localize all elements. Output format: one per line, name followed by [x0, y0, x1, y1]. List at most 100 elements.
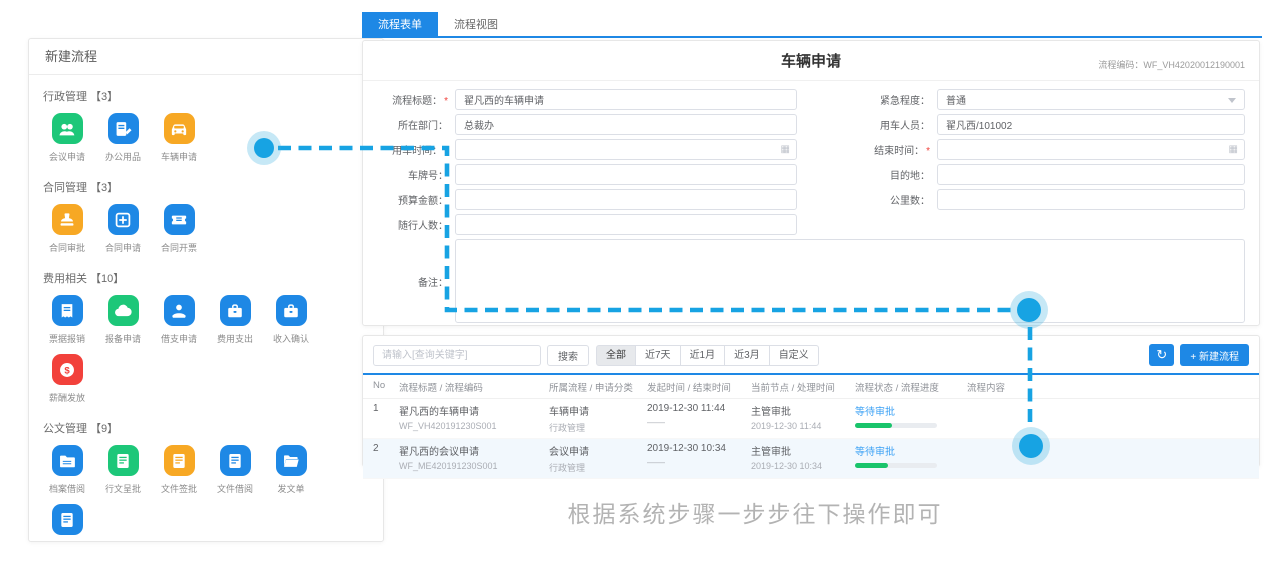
form-field: 用车时间： * ▦	[377, 139, 797, 160]
process-section: 合同管理 【3】 合同审批 合同申请 合同开票	[39, 179, 373, 263]
field-label: 目的地：	[890, 171, 930, 182]
field-input[interactable]	[455, 214, 797, 235]
archive-icon	[51, 445, 83, 476]
process-tile[interactable]: 合同申请	[95, 204, 151, 254]
tab-process-view[interactable]: 流程视图	[438, 12, 514, 36]
table-cell: 会议申请 行政管理	[549, 443, 647, 474]
salary-icon: $	[51, 354, 83, 385]
form-row: 备注：	[377, 239, 1245, 323]
contract-invoice-icon	[163, 204, 195, 235]
process-section: 费用相关 【10】 票据报销 报备申请 借支申请 费用支出 收入确认 $ 薪酬发放	[39, 270, 373, 413]
process-tile[interactable]: $ 薪酬发放	[39, 354, 95, 404]
process-tile[interactable]: 档案借阅	[39, 445, 95, 495]
send-approve-icon	[51, 504, 83, 535]
tile-label: 文件借阅	[216, 484, 253, 494]
column-header: 流程状态 / 流程进度	[855, 383, 939, 394]
process-tile[interactable]: 办公用品	[95, 113, 151, 163]
expense-icon	[219, 295, 251, 326]
process-tile[interactable]: 文件借阅	[207, 445, 263, 495]
process-tile[interactable]: 会议申请	[39, 113, 95, 163]
process-tile[interactable]: 收入确认	[263, 295, 319, 345]
field-input[interactable]	[937, 189, 1245, 210]
filter-chip[interactable]: 全部	[596, 344, 636, 366]
search-input[interactable]	[373, 344, 541, 366]
tab-process-form[interactable]: 流程表单	[362, 12, 438, 36]
field-label: 公里数：	[890, 196, 930, 207]
table-row[interactable]: 1 翟凡西的车辆申请 WF_VH420191230S001 车辆申请 行政管理 2019-…	[363, 399, 1259, 439]
field-label: 用车时间： *	[392, 146, 448, 157]
tile-label: 报备申请	[104, 334, 141, 344]
field-input[interactable]: 普通	[937, 89, 1245, 110]
progress-bar	[855, 423, 937, 428]
required-mark: *	[926, 146, 930, 157]
column-header: No	[373, 380, 386, 391]
hand-coin-icon	[163, 295, 195, 326]
filter-chip[interactable]: 自定义	[768, 344, 819, 366]
process-list-card: 搜索 全部近7天近1月近3月自定义 ↻ + 新建流程 No 流程标题 / 流程编码…	[362, 335, 1260, 479]
field-input[interactable]: 翟凡西/101002	[937, 114, 1245, 135]
process-tile[interactable]: 车辆申请	[151, 113, 207, 163]
filter-chip[interactable]: 近7天	[635, 344, 681, 366]
process-tile[interactable]: 行文呈批	[95, 445, 151, 495]
field-input[interactable]: ▦	[937, 139, 1245, 160]
tile-label: 合同审批	[48, 243, 85, 253]
column-header: 所属流程 / 申请分类	[549, 383, 633, 394]
tile-label: 借支申请	[160, 334, 197, 344]
send-doc-icon	[275, 445, 307, 476]
field-label: 随行人数：	[398, 221, 448, 232]
new-process-button[interactable]: + 新建流程	[1180, 344, 1249, 366]
process-tile[interactable]: 文件签批	[151, 445, 207, 495]
form-row: 预算金额： 公里数：	[377, 189, 1245, 210]
form-field: 所在部门： 总裁办	[377, 114, 797, 135]
new-process-panel: 新建流程 行政管理 【3】 会议申请 办公用品 车辆申请 合同管理 【3】 合同审批 合同申…	[28, 38, 384, 542]
process-tile[interactable]: 发文单	[263, 445, 319, 495]
cell-sub: ——	[647, 457, 665, 467]
remark-textarea[interactable]	[455, 239, 1245, 323]
table-cell: 2019-12-30 10:34 ——	[647, 443, 751, 474]
search-button[interactable]: 搜索	[547, 344, 589, 366]
cell-main: 翟凡西的会议申请	[399, 447, 479, 458]
tile-label: 合同开票	[160, 243, 197, 253]
filter-chip[interactable]: 近3月	[724, 344, 770, 366]
progress-fill	[855, 463, 888, 468]
svg-text:$: $	[64, 365, 70, 376]
process-sections: 行政管理 【3】 会议申请 办公用品 车辆申请 合同管理 【3】 合同审批 合同申请 合同开票…	[29, 75, 383, 541]
icon-grid: 合同审批 合同申请 合同开票	[39, 204, 373, 263]
caret-down-icon[interactable]	[1228, 98, 1236, 103]
plus-icon: +	[1190, 351, 1199, 363]
field-input[interactable]: ▦	[455, 139, 797, 160]
table-row[interactable]: 2 翟凡西的会议申请 WF_ME420191230S001 会议申请 行政管理 2019-…	[363, 439, 1259, 479]
field-input[interactable]: 总裁办	[455, 114, 797, 135]
process-tile[interactable]: 费用支出	[207, 295, 263, 345]
cell-sub: 2019-12-30 11:44	[751, 421, 822, 431]
tile-label: 档案借阅	[48, 484, 85, 494]
tile-label: 薪酬发放	[48, 393, 85, 403]
field-input[interactable]	[455, 164, 797, 185]
field-label: 紧急程度：	[880, 96, 930, 107]
calendar-icon[interactable]: ▦	[781, 144, 790, 156]
process-tile[interactable]: 票据报销	[39, 295, 95, 345]
progress-bar	[855, 463, 937, 468]
doc-borrow-icon	[219, 445, 251, 476]
process-tile[interactable]: 发文呈批	[39, 504, 95, 541]
doc-submit-icon	[107, 445, 139, 476]
field-input[interactable]	[937, 164, 1245, 185]
process-tile[interactable]: 合同开票	[151, 204, 207, 254]
process-tile[interactable]: 报备申请	[95, 295, 151, 345]
cell-sub: WF_ME420191230S001	[399, 461, 498, 471]
status-badge: 等待审批	[855, 447, 895, 458]
process-tile[interactable]: 借支申请	[151, 295, 207, 345]
calendar-icon[interactable]: ▦	[1229, 144, 1238, 156]
cell-main: 2019-12-30 11:44	[647, 403, 726, 414]
filter-chip[interactable]: 近1月	[679, 344, 726, 366]
process-tile[interactable]: 合同审批	[39, 204, 95, 254]
form-field: 备注：	[377, 239, 1245, 323]
field-input[interactable]: 翟凡西的车辆申请	[455, 89, 797, 110]
form-row: 用车时间： * ▦ 结束时间： * ▦	[377, 139, 1245, 160]
field-label: 所在部门：	[398, 121, 448, 132]
refresh-button[interactable]: ↻	[1149, 344, 1175, 366]
refresh-icon: ↻	[1156, 347, 1168, 362]
table-body: 1 翟凡西的车辆申请 WF_VH420191230S001 车辆申请 行政管理 2019-…	[363, 399, 1259, 479]
tile-label: 行文呈批	[104, 484, 141, 494]
field-input[interactable]	[455, 189, 797, 210]
